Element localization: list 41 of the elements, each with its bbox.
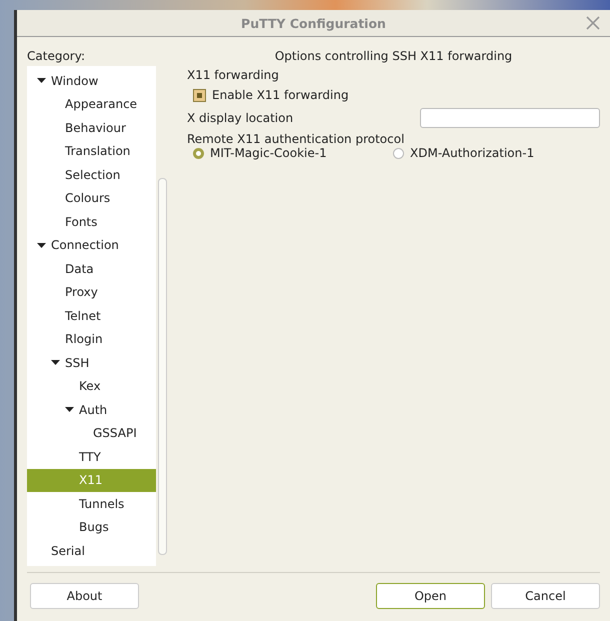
tree-item[interactable]: Selection <box>27 163 156 186</box>
tree-item[interactable]: Colours <box>27 186 156 210</box>
checkbox[interactable] <box>193 88 206 102</box>
enable-checkbox[interactable]: Enable X11 forwarding <box>193 88 600 102</box>
tree-item[interactable]: Behaviour <box>27 116 156 140</box>
field-label: Remote X11 authentication protocol <box>187 132 406 146</box>
tree-item[interactable]: Kex <box>27 374 156 398</box>
tree-item[interactable]: Rlogin <box>27 328 156 351</box>
tree-item[interactable]: Fonts <box>27 210 156 234</box>
scrollbar[interactable] <box>158 178 167 555</box>
tree-item[interactable]: Proxy <box>27 280 156 304</box>
tree-item[interactable]: Connection <box>27 234 156 257</box>
radio-button[interactable] <box>393 148 404 158</box>
about-button[interactable]: About <box>30 583 139 609</box>
display-location-field[interactable] <box>420 108 600 128</box>
tree-item[interactable]: Bugs <box>27 516 156 539</box>
tree-item[interactable]: Translation <box>27 140 156 163</box>
tree-item[interactable]: Tunnels <box>27 492 156 516</box>
radio-option[interactable]: MIT-Magic-Cookie-1 <box>193 146 393 160</box>
expand-arrow-icon[interactable] <box>65 405 74 414</box>
tree-item[interactable]: Serial <box>27 539 156 562</box>
radio-button[interactable] <box>193 148 204 158</box>
tree-item[interactable]: TTY <box>27 445 156 468</box>
field-label: X display location <box>187 111 294 125</box>
dialog-button[interactable]: Cancel <box>491 583 600 609</box>
tree-item[interactable]: Data <box>27 257 156 280</box>
dialog-button[interactable]: Open <box>376 583 485 609</box>
tree-item[interactable]: SSH <box>27 351 156 374</box>
expand-arrow-icon[interactable] <box>37 240 46 250</box>
expand-arrow-icon[interactable] <box>37 76 46 86</box>
tree-item[interactable]: Window <box>27 69 156 92</box>
window-title: PuTTY Configuration <box>241 16 386 30</box>
tree-item[interactable]: Appearance <box>27 92 156 116</box>
tree-item[interactable]: Telnet <box>27 304 156 328</box>
tree-item[interactable]: Auth <box>27 398 156 422</box>
expand-arrow-icon[interactable] <box>51 358 60 368</box>
panel-heading: Options controlling SSH X11 forwarding <box>274 49 512 63</box>
radio-option[interactable]: XDM-Authorization-1 <box>393 146 593 160</box>
group-title: X11 forwarding <box>187 68 280 82</box>
tree-item[interactable]: GSSAPI <box>27 422 156 445</box>
category-label: Category: <box>27 49 86 63</box>
